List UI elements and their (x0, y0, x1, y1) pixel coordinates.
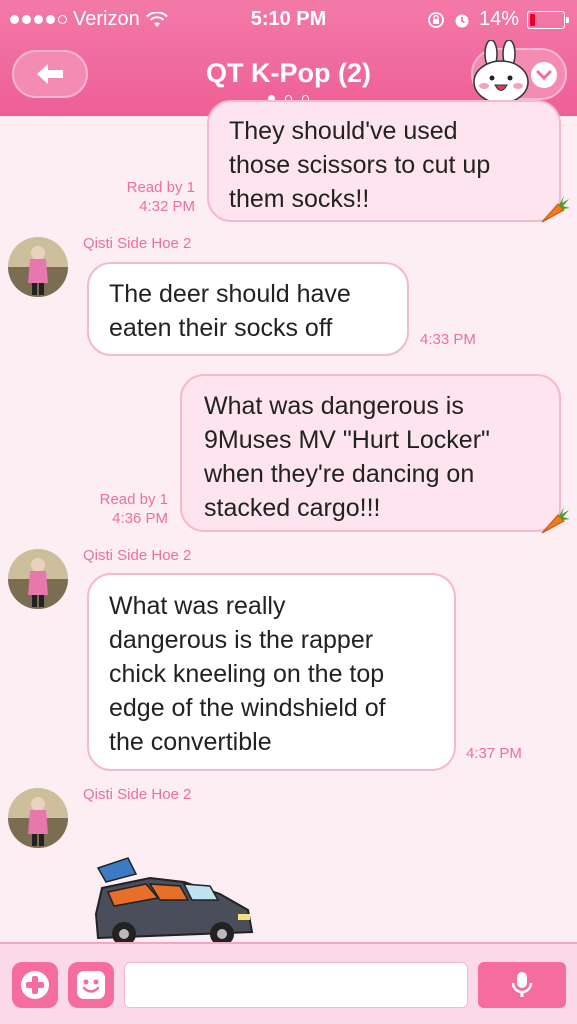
message-text: What was dangerous is 9Muses MV "Hurt Lo… (204, 392, 490, 522)
message-time: 4:33 PM (420, 331, 476, 348)
message-text: They should've used those scissors to cu… (229, 117, 491, 213)
add-attachment-button[interactable] (12, 962, 58, 1008)
convertible-car-sticker[interactable] (88, 852, 258, 944)
message-bubble-sent[interactable]: What was dangerous is 9Muses MV "Hurt Lo… (180, 374, 561, 532)
voice-message-button[interactable] (478, 962, 566, 1008)
rotation-lock-icon (428, 11, 444, 28)
battery-icon (527, 10, 569, 29)
avatar[interactable] (8, 788, 68, 848)
chevron-down-icon (531, 62, 557, 88)
header-bar: Verizon 5:10 PM 14% QT K-Pop (2) (0, 0, 577, 116)
emoji-button[interactable] (68, 962, 114, 1008)
message-bubble-received[interactable]: What was really dangerous is the rapper … (87, 573, 456, 771)
alarm-icon (455, 14, 469, 27)
carrot-icon (541, 507, 570, 534)
message-bubble-received[interactable]: The deer should have eaten their socks o… (87, 262, 409, 356)
status-bar: Verizon 5:10 PM 14% (0, 0, 577, 38)
sender-name: Qisti Side Hoe 2 (83, 235, 192, 252)
message-input[interactable] (124, 962, 468, 1008)
chat-menu-button[interactable] (471, 40, 567, 104)
message-bubble-sent[interactable]: They should've used those scissors to cu… (207, 100, 561, 222)
carrot-icon (541, 196, 570, 223)
message-input-bar (0, 942, 577, 1024)
sender-name: Qisti Side Hoe 2 (83, 786, 192, 803)
bunny-avatar-icon (473, 40, 529, 104)
plus-icon (21, 971, 49, 999)
avatar[interactable] (8, 549, 68, 609)
avatar[interactable] (8, 237, 68, 297)
emoji-icon (77, 971, 105, 999)
message-time: 4:37 PM (466, 745, 522, 762)
microphone-icon (511, 972, 533, 997)
battery-percent: 14% (478, 8, 519, 30)
message-text: The deer should have eaten their socks o… (109, 280, 351, 342)
message-text: What was really dangerous is the rapper … (109, 592, 386, 756)
read-receipt: Read by 1 4:36 PM (99, 491, 168, 527)
read-receipt: Read by 1 4:32 PM (126, 179, 195, 215)
sender-name: Qisti Side Hoe 2 (83, 547, 192, 564)
